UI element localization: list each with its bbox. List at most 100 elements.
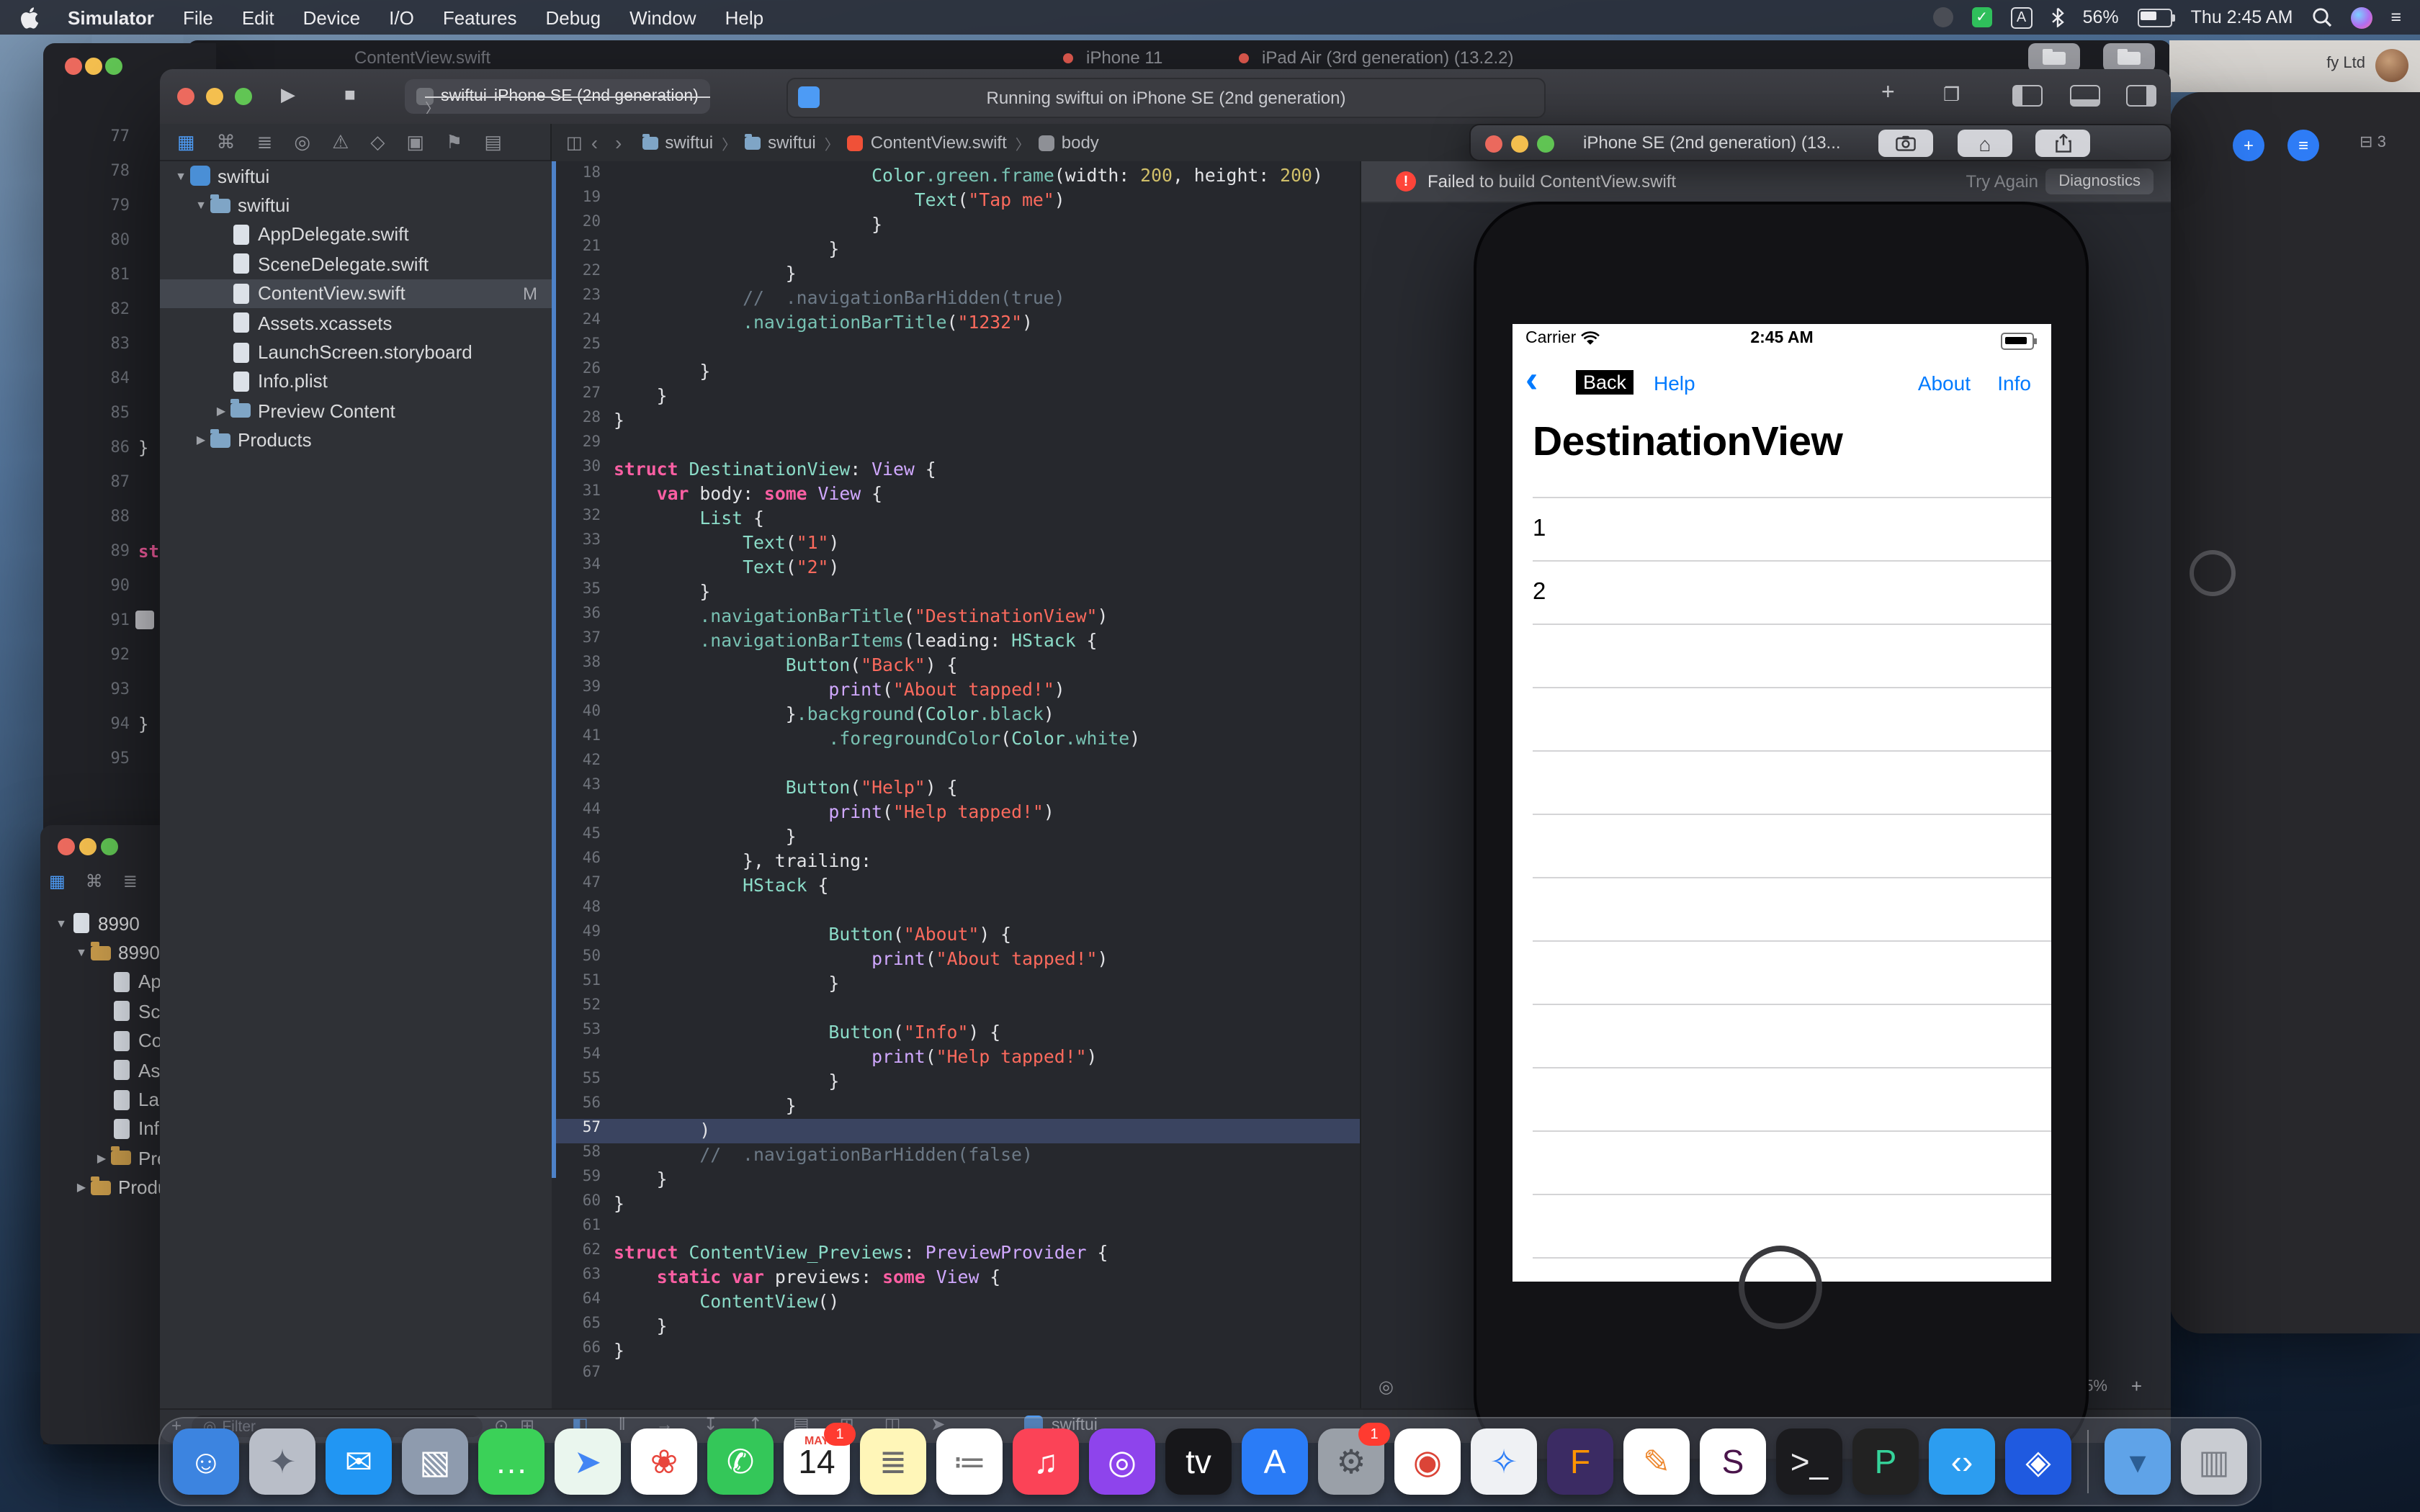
code-line-19[interactable]: 19 Text("Tap me"): [552, 189, 1360, 213]
code-line-29[interactable]: 29: [552, 433, 1360, 458]
dock-tv[interactable]: tv: [1165, 1428, 1232, 1495]
code-line-52[interactable]: 52: [552, 996, 1360, 1021]
menu-device[interactable]: Device: [289, 6, 375, 28]
code-line-54[interactable]: 54 print("Help tapped!"): [552, 1045, 1360, 1070]
code-line-63[interactable]: 63 static var previews: some View {: [552, 1266, 1360, 1290]
navigator-row-swiftui[interactable]: ▼swiftui: [160, 161, 552, 191]
dock-pages[interactable]: ✎: [1623, 1428, 1690, 1495]
stop-button[interactable]: ■: [344, 84, 356, 105]
dock-slack[interactable]: S: [1700, 1428, 1766, 1495]
jumpbar-crumb-contentview-swift[interactable]: ContentView.swift: [848, 132, 1007, 153]
zoom-button[interactable]: [235, 88, 252, 105]
menu-debug[interactable]: Debug: [531, 6, 615, 28]
navigator-row-products[interactable]: ▶Products: [160, 426, 552, 455]
dock-reminders[interactable]: ≔: [936, 1428, 1003, 1495]
dock-safari[interactable]: ✧: [1471, 1428, 1537, 1495]
code-line-41[interactable]: 41 .foregroundColor(Color.white): [552, 727, 1360, 752]
disclosure-icon[interactable]: ▶: [72, 1181, 91, 1194]
code-line-42[interactable]: 42: [552, 752, 1360, 776]
disclosure-icon[interactable]: ▶: [212, 405, 230, 418]
code-line-65[interactable]: 65 }: [552, 1315, 1360, 1339]
navigator-tab-icon-7[interactable]: ▣: [406, 130, 424, 153]
navigator-tab-icon-2[interactable]: ⌘: [217, 130, 236, 153]
navigator-tab-icon-4[interactable]: ◎: [294, 130, 310, 153]
code-line-22[interactable]: 22 }: [552, 262, 1360, 287]
dock-facetime[interactable]: ✆: [707, 1428, 774, 1495]
navigator-tab-icon-6[interactable]: ◇: [370, 130, 385, 153]
code-line-21[interactable]: 21 }: [552, 238, 1360, 262]
share-button[interactable]: [2035, 130, 2090, 157]
input-source-icon[interactable]: A: [2011, 6, 2033, 28]
disclosure-icon[interactable]: ▶: [92, 1152, 111, 1165]
diagnostics-button[interactable]: Diagnostics: [2045, 168, 2154, 194]
code-line-53[interactable]: 53 Button("Info") {: [552, 1021, 1360, 1045]
navigator-tab-icon-1[interactable]: ▦: [177, 130, 195, 153]
navigator-row-contentview-swift[interactable]: ContentView.swiftM: [160, 279, 552, 308]
navigator-tab-icon-9[interactable]: ▤: [484, 130, 502, 153]
spotlight-icon[interactable]: [2311, 7, 2331, 27]
menu-edit[interactable]: Edit: [228, 6, 289, 28]
navigator-tab-icon-3[interactable]: ≣: [257, 130, 273, 153]
dock-photos[interactable]: ❀: [631, 1428, 697, 1495]
navigator-row-preview-content[interactable]: ▶Preview Content: [160, 396, 552, 426]
code-line-32[interactable]: 32 List {: [552, 507, 1360, 531]
code-line-59[interactable]: 59 }: [552, 1168, 1360, 1192]
pin-icon[interactable]: ◎: [1379, 1377, 1394, 1397]
code-line-40[interactable]: 40 }.background(Color.black): [552, 703, 1360, 727]
navigator-row-assets-xcassets[interactable]: Assets.xcassets: [160, 308, 552, 338]
dock-trash[interactable]: ▥: [2181, 1428, 2247, 1495]
code-line-28[interactable]: 28}: [552, 409, 1360, 433]
disclosure-icon[interactable]: ▶: [192, 433, 210, 446]
close-icon[interactable]: [1063, 53, 1073, 63]
minimize-button[interactable]: [85, 58, 102, 75]
dock-pycharm[interactable]: P: [1852, 1428, 1919, 1495]
notification-center-icon[interactable]: ≡: [2390, 7, 2403, 27]
menu-window[interactable]: Window: [615, 6, 711, 28]
code-editor[interactable]: 18 Color.green.frame(width: 200, height:…: [552, 161, 1360, 1410]
menu-clock[interactable]: Thu 2:45 AM: [2191, 7, 2293, 27]
code-line-58[interactable]: 58 // .navigationBarHidden(false): [552, 1143, 1360, 1168]
avatar[interactable]: [2375, 49, 2408, 82]
zoom-button[interactable]: [105, 58, 122, 75]
dock-music[interactable]: ♫: [1013, 1428, 1079, 1495]
navigator-tab-icon-8[interactable]: ⚑: [446, 130, 462, 153]
home-button-ring[interactable]: [1739, 1246, 1822, 1329]
code-line-37[interactable]: 37 .navigationBarItems(leading: HStack {: [552, 629, 1360, 654]
dock-chrome[interactable]: ◉: [1394, 1428, 1461, 1495]
siri-icon[interactable]: [2350, 6, 2372, 28]
jumpbar-crumb-swiftui[interactable]: swiftui: [642, 132, 713, 153]
home-button[interactable]: ⌂: [1958, 130, 2012, 157]
code-line-27[interactable]: 27 }: [552, 384, 1360, 409]
simulator-titlebar[interactable]: iPhone SE (2nd generation) (13... ⌂: [1469, 124, 2172, 161]
code-line-20[interactable]: 20 }: [552, 213, 1360, 238]
close-button[interactable]: [177, 88, 194, 105]
code-line-43[interactable]: 43 Button("Help") {: [552, 776, 1360, 801]
dock-xcode[interactable]: ◈: [2005, 1428, 2071, 1495]
dock-preview[interactable]: ▧: [402, 1428, 468, 1495]
folder-upload-button-icon[interactable]: [2103, 43, 2155, 72]
disclosure-icon[interactable]: ▼: [72, 946, 91, 959]
list-row-1[interactable]: 1: [1533, 497, 2051, 560]
disclosure-icon[interactable]: ▼: [52, 917, 71, 930]
code-line-34[interactable]: 34 Text("2"): [552, 556, 1360, 580]
code-line-60[interactable]: 60}: [552, 1192, 1360, 1217]
navigator-tab-icons[interactable]: ▦ ⌘ ≣: [49, 871, 138, 891]
dock-firefox[interactable]: F: [1547, 1428, 1613, 1495]
disclosure-icon[interactable]: ▼: [171, 169, 190, 182]
bluetooth-icon[interactable]: [2051, 7, 2064, 27]
navigator-row-swiftui[interactable]: ▼swiftui: [160, 191, 552, 220]
dock-maps[interactable]: ➤: [555, 1428, 621, 1495]
inspector-panel-toggle-icon[interactable]: [2126, 85, 2156, 107]
code-line-66[interactable]: 66}: [552, 1339, 1360, 1364]
add-editor-button[interactable]: +: [1881, 81, 1895, 107]
forward-icon[interactable]: ›: [615, 131, 622, 154]
dock-vscode[interactable]: ‹›: [1929, 1428, 1995, 1495]
minimize-button[interactable]: [206, 88, 223, 105]
dock-mail[interactable]: ✉: [326, 1428, 392, 1495]
scroll-thumb[interactable]: [135, 611, 154, 629]
jumpbar-crumb-body[interactable]: body: [1039, 132, 1099, 153]
code-line-67[interactable]: 67: [552, 1364, 1360, 1388]
code-line-47[interactable]: 47 HStack {: [552, 874, 1360, 899]
code-line-64[interactable]: 64 ContentView(): [552, 1290, 1360, 1315]
dock-downloads[interactable]: ▾: [2105, 1428, 2171, 1495]
